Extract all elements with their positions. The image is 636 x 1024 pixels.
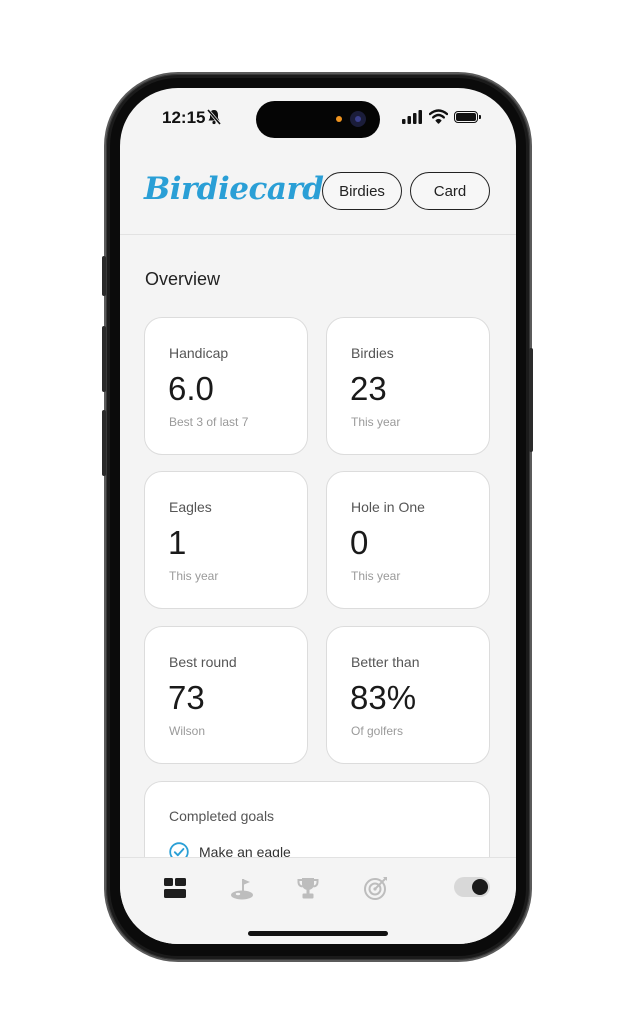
stat-value: 6.0 bbox=[168, 370, 214, 407]
stat-card-handicap[interactable]: Handicap 6.0 Best 3 of last 7 bbox=[144, 317, 308, 455]
front-camera-icon bbox=[350, 111, 366, 127]
stat-label: Eagles bbox=[169, 499, 212, 515]
privacy-dot-icon bbox=[336, 116, 342, 122]
stat-value: 83% bbox=[350, 679, 417, 716]
stat-subtext: This year bbox=[351, 415, 401, 429]
bell-muted-icon bbox=[206, 109, 222, 125]
stat-value: 73 bbox=[168, 679, 205, 716]
stat-label: Handicap bbox=[169, 345, 229, 361]
stat-label: Hole in One bbox=[351, 499, 425, 515]
card-button[interactable]: Card bbox=[410, 172, 490, 210]
stat-value: 23 bbox=[350, 370, 387, 407]
stat-subtext: Of golfers bbox=[351, 724, 404, 738]
goal-text: Make an eagle bbox=[199, 844, 291, 857]
main-content[interactable]: Overview Handicap 6.0 Best 3 of last 7 B… bbox=[120, 235, 516, 857]
status-bar: 12:15 bbox=[120, 88, 516, 148]
goals-title: Completed goals bbox=[169, 808, 275, 824]
stat-label: Best round bbox=[169, 654, 237, 670]
stat-label: Birdies bbox=[351, 345, 394, 361]
dynamic-island bbox=[256, 101, 380, 138]
volume-down-button bbox=[102, 410, 106, 476]
bottom-tab-bar bbox=[120, 857, 516, 944]
stat-label: Better than bbox=[351, 654, 420, 670]
dashboard-icon[interactable] bbox=[161, 874, 189, 902]
app-header: Birdiecard Birdies Card bbox=[120, 148, 516, 235]
stat-value: 1 bbox=[168, 524, 187, 561]
target-icon[interactable] bbox=[362, 874, 390, 902]
cellular-signal-icon bbox=[402, 110, 422, 124]
stat-card-better-than[interactable]: Better than 83% Of golfers bbox=[326, 626, 490, 764]
trophy-icon[interactable] bbox=[294, 874, 322, 902]
screen: 12:15 Birdiecard Birdies Card Overview H… bbox=[120, 88, 516, 944]
section-title: Overview bbox=[145, 269, 221, 289]
goal-item[interactable]: Make an eagle bbox=[169, 842, 291, 857]
action-button bbox=[102, 256, 106, 296]
wifi-icon bbox=[429, 109, 448, 124]
stat-card-eagles[interactable]: Eagles 1 This year bbox=[144, 471, 308, 609]
dark-mode-toggle[interactable] bbox=[454, 877, 490, 897]
stat-subtext: Best 3 of last 7 bbox=[169, 415, 249, 429]
birdies-button[interactable]: Birdies bbox=[322, 172, 402, 210]
golf-hole-icon[interactable] bbox=[228, 874, 256, 902]
stat-card-birdies[interactable]: Birdies 23 This year bbox=[326, 317, 490, 455]
stat-subtext: This year bbox=[351, 569, 401, 583]
stat-card-best-round[interactable]: Best round 73 Wilson bbox=[144, 626, 308, 764]
volume-up-button bbox=[102, 326, 106, 392]
battery-icon bbox=[454, 111, 481, 123]
completed-goals-card[interactable]: Completed goals Make an eagle bbox=[144, 781, 490, 857]
stat-card-hole-in-one[interactable]: Hole in One 0 This year bbox=[326, 471, 490, 609]
stat-value: 0 bbox=[350, 524, 369, 561]
app-logo[interactable]: Birdiecard bbox=[144, 171, 324, 207]
check-circle-icon bbox=[169, 842, 189, 857]
power-button bbox=[529, 348, 533, 452]
status-time: 12:15 bbox=[162, 108, 206, 127]
home-indicator[interactable] bbox=[248, 931, 388, 936]
stat-subtext: This year bbox=[169, 569, 219, 583]
stat-subtext: Wilson bbox=[169, 724, 206, 738]
